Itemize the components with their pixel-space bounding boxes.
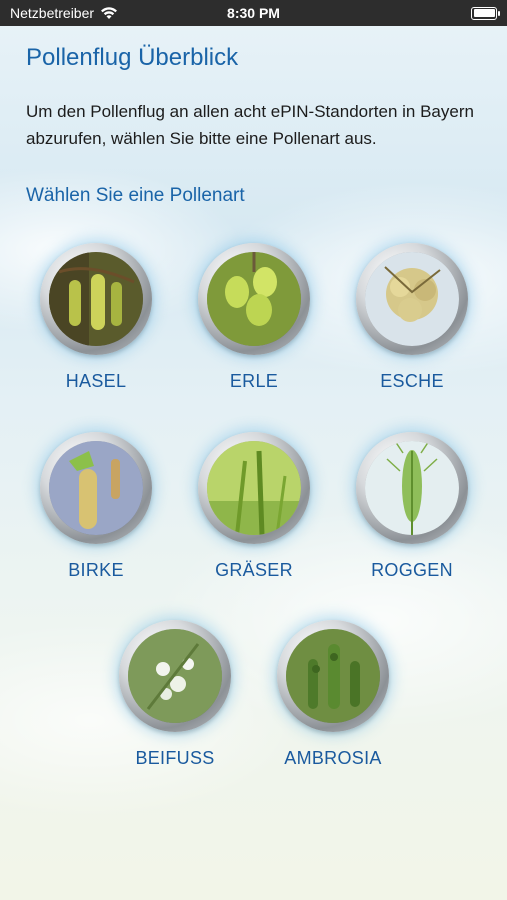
pollen-label: GRÄSER (215, 560, 293, 580)
section-subtitle: Wählen Sie eine Pollenart (26, 185, 245, 206)
pollen-ring (40, 243, 152, 355)
page-title: Pollenflug Überblick (26, 44, 239, 71)
hazel-catkin-image (49, 252, 143, 346)
pollen-ring (198, 432, 310, 544)
pollen-button-ambrosia[interactable]: AMBROSIA (268, 620, 398, 780)
pollen-button-erle[interactable]: ERLE (189, 243, 319, 403)
pollen-label: HASEL (65, 371, 127, 391)
carrier-name: Netzbetreiber (10, 5, 95, 21)
status-bar: Netzbetreiber 8:30 PM (0, 0, 507, 26)
ragweed-image (286, 629, 380, 723)
pollen-button-birke[interactable]: BIRKE (31, 432, 161, 592)
pollen-ring (40, 432, 152, 544)
intro-text: Um den Pollenflug an allen acht ePIN-Sta… (26, 102, 474, 148)
pollen-ring (356, 432, 468, 544)
battery-icon (471, 6, 500, 20)
rye-image (365, 441, 459, 535)
ash-flower-image (365, 252, 459, 346)
pollen-ring (119, 620, 231, 732)
pollen-ring (198, 243, 310, 355)
pollen-label: AMBROSIA (284, 748, 382, 768)
pollen-ring (356, 243, 468, 355)
alder-catkin-image (207, 252, 301, 346)
pollen-button-roggen[interactable]: ROGGEN (347, 432, 477, 592)
grass-image (207, 441, 301, 535)
pollen-label: BIRKE (68, 560, 124, 580)
pollen-label: BEIFUSS (135, 748, 215, 768)
mugwort-image (128, 629, 222, 723)
pollen-button-beifuss[interactable]: BEIFUSS (110, 620, 240, 780)
wifi-icon (101, 7, 118, 19)
pollen-ring (277, 620, 389, 732)
pollen-button-esche[interactable]: ESCHE (347, 243, 477, 403)
pollen-button-graeser[interactable]: GRÄSER (189, 432, 319, 592)
status-left: Netzbetreiber (10, 5, 118, 21)
birch-catkin-image (49, 441, 143, 535)
pollen-label: ESCHE (380, 371, 444, 391)
pollen-label: ERLE (229, 371, 279, 391)
pollen-label: ROGGEN (371, 560, 453, 580)
pollen-button-hasel[interactable]: HASEL (31, 243, 161, 403)
